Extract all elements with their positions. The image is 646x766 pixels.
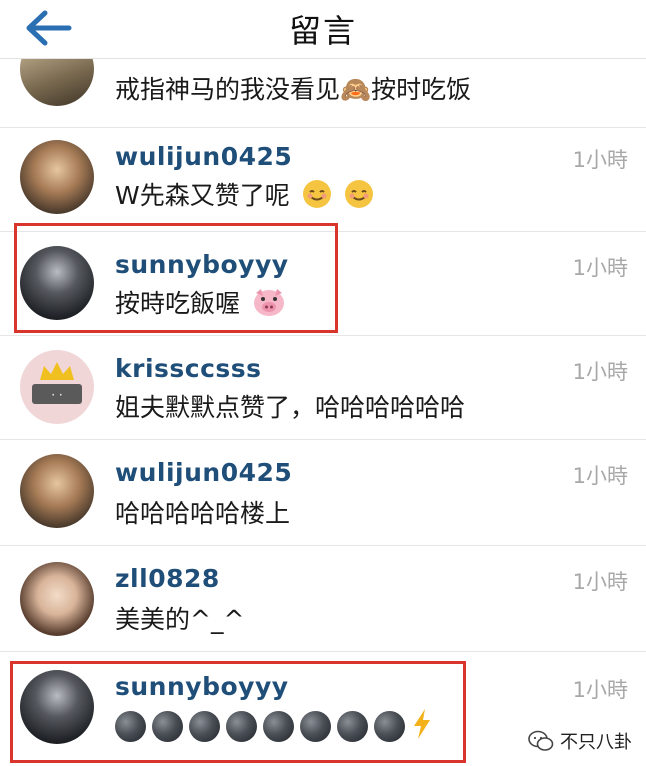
- top-bar: 留言: [0, 0, 646, 59]
- username[interactable]: sunnyboyyy: [115, 672, 289, 701]
- comment-text: 美美的^_^: [115, 605, 245, 634]
- avatar[interactable]: [20, 454, 94, 528]
- new-moon-icon: [152, 710, 183, 742]
- new-moon-icon: [226, 710, 257, 742]
- username[interactable]: wulijun0425: [115, 142, 292, 171]
- avatar[interactable]: [20, 670, 94, 744]
- comment-text: 姐夫默默点赞了，哈哈哈哈哈哈: [115, 393, 466, 422]
- wechat-icon: [528, 730, 554, 751]
- comment-list[interactable]: 戒指神马的我没看见🙈按时吃饭 wulijun0425 W先森又赞了呢 1小時 s…: [0, 58, 646, 766]
- comment-item[interactable]: 戒指神马的我没看见🙈按时吃饭: [0, 58, 646, 128]
- comment-item[interactable]: · · krissccsss 姐夫默默点赞了，哈哈哈哈哈哈 1小時: [0, 336, 646, 440]
- comment-item[interactable]: sunnyboyyy 按時吃飯喔 1小時: [0, 232, 646, 336]
- avatar[interactable]: [20, 246, 94, 320]
- timestamp: 1小時: [572, 148, 628, 172]
- new-moon-icon: [115, 710, 146, 742]
- avatar[interactable]: [20, 140, 94, 214]
- new-moon-icon: [300, 710, 331, 742]
- timestamp: 1小時: [572, 678, 628, 702]
- comment-item[interactable]: zll0828 美美的^_^ 1小時: [0, 546, 646, 652]
- comment-text-content: W先森又赞了呢: [115, 181, 290, 210]
- pig-face-icon: [252, 287, 286, 323]
- timestamp: 1小時: [572, 464, 628, 488]
- watermark-text: 不只八卦: [560, 732, 632, 753]
- username[interactable]: wulijun0425: [115, 458, 292, 487]
- comment-text: 哈哈哈哈哈楼上: [115, 499, 291, 528]
- timestamp: 1小時: [572, 570, 628, 594]
- comment-text: 按時吃飯喔: [115, 284, 286, 323]
- timestamp: 1小時: [572, 360, 628, 384]
- comment-text: 戒指神马的我没看见🙈按时吃饭: [115, 75, 472, 104]
- new-moon-icon: [263, 710, 294, 742]
- comment-text: W先森又赞了呢: [115, 176, 374, 215]
- page-title: 留言: [288, 12, 357, 50]
- comment-emoji-row: [115, 708, 433, 744]
- smiling-face-icon: [344, 179, 374, 215]
- new-moon-icon: [189, 710, 220, 742]
- comment-text-content: 按時吃飯喔: [115, 289, 241, 318]
- avatar[interactable]: [20, 58, 94, 106]
- username[interactable]: zll0828: [115, 564, 220, 593]
- comment-item[interactable]: wulijun0425 W先森又赞了呢 1小時: [0, 128, 646, 232]
- username[interactable]: krissccsss: [115, 354, 262, 383]
- smiling-face-icon: [302, 179, 332, 215]
- avatar[interactable]: [20, 562, 94, 636]
- svg-text:· ·: · ·: [51, 388, 62, 402]
- watermark: 不只八卦: [528, 728, 632, 754]
- new-moon-icon: [374, 710, 405, 742]
- comment-item[interactable]: wulijun0425 哈哈哈哈哈楼上 1小時: [0, 440, 646, 546]
- crown-icon: · ·: [32, 362, 82, 404]
- username[interactable]: sunnyboyyy: [115, 250, 289, 279]
- avatar[interactable]: · ·: [20, 350, 94, 424]
- lightning-icon: [411, 708, 433, 744]
- new-moon-icon: [337, 710, 368, 742]
- timestamp: 1小時: [572, 256, 628, 280]
